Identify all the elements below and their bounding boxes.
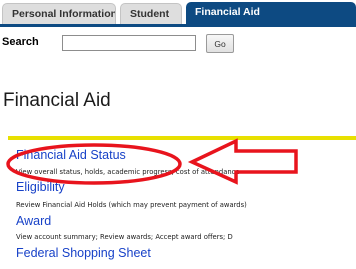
red-annotation-overlay bbox=[6, 138, 298, 185]
highlight-ellipse bbox=[6, 143, 182, 185]
left-arrow-icon bbox=[187, 138, 298, 185]
